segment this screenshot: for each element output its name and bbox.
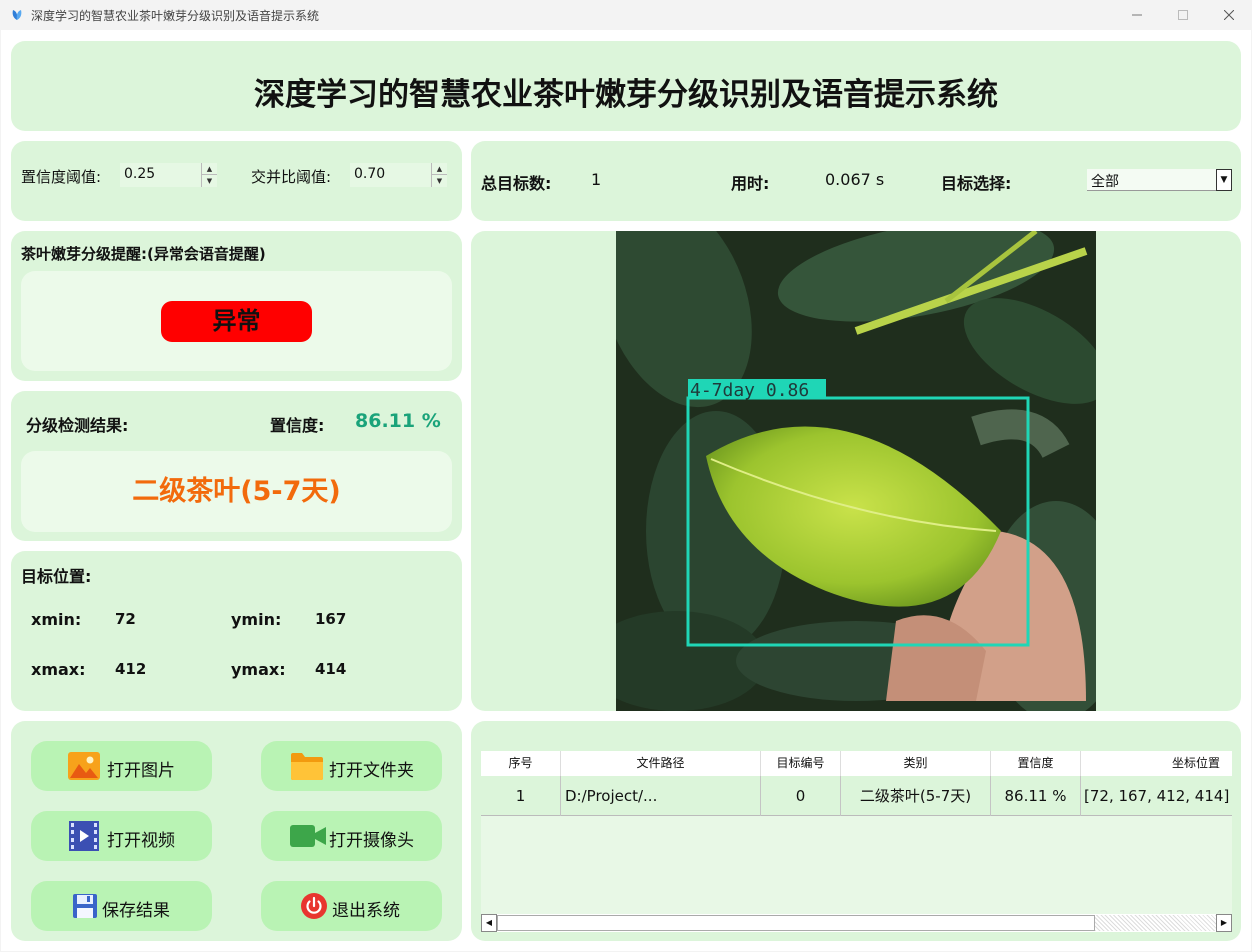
iou-threshold-value: 0.70 [354, 166, 386, 182]
save-result-label: 保存结果 [102, 901, 170, 921]
image-icon [68, 752, 100, 780]
spin-arrows: ▲ ▼ [201, 163, 217, 187]
ymax-value: 414 [315, 660, 347, 678]
ymin-value: 167 [315, 610, 347, 628]
alert-title: 茶叶嫩芽分级提醒:(异常会语音提醒) [21, 245, 266, 263]
table-header: 序号 文件路径 目标编号 类别 置信度 坐标位置 [481, 751, 1232, 776]
ymax-label: ymax: [231, 660, 286, 679]
column-header[interactable]: 类别 [841, 751, 991, 776]
grade-result: 二级茶叶(5-7天) [132, 476, 341, 507]
cell-index: 1 [481, 776, 561, 816]
maximize-icon [1178, 10, 1188, 20]
column-header[interactable]: 目标编号 [761, 751, 841, 776]
detection-box-label: 4-7day 0.86 [690, 380, 809, 401]
column-header[interactable]: 文件路径 [561, 751, 761, 776]
spin-up-icon[interactable]: ▲ [432, 163, 447, 175]
results-table: 序号 文件路径 目标编号 类别 置信度 坐标位置 1 D:/Project/..… [481, 751, 1232, 931]
xmin-label: xmin: [31, 610, 82, 629]
total-targets-value: 1 [591, 170, 602, 189]
folder-icon [291, 753, 323, 780]
minimize-button[interactable] [1114, 0, 1160, 30]
column-header[interactable]: 坐标位置 [1081, 751, 1232, 776]
confidence-value: 86.11 % [355, 410, 441, 432]
power-icon [301, 893, 327, 919]
cell-coordinates: [72, 167, 412, 414] [1084, 787, 1230, 805]
iou-threshold-label: 交并比阈值: [251, 168, 332, 186]
save-icon [73, 894, 97, 918]
xmin-value: 72 [115, 610, 136, 628]
target-select-value: 全部 [1091, 174, 1119, 190]
spin-arrows: ▲ ▼ [431, 163, 447, 187]
cell-confidence: 86.11 % [991, 776, 1081, 816]
result-label: 分级检测结果: [26, 416, 129, 435]
spin-up-icon[interactable]: ▲ [202, 163, 217, 175]
table-row[interactable]: 1 D:/Project/... 0 二级茶叶(5-7天) 86.11 % [7… [481, 776, 1232, 816]
app-leaf-icon [12, 10, 22, 20]
column-header[interactable]: 序号 [481, 751, 561, 776]
chevron-down-icon[interactable]: ▼ [1216, 169, 1232, 191]
open-camera-button[interactable]: 打开摄像头 [261, 811, 442, 861]
ymin-label: ymin: [231, 610, 282, 629]
open-folder-button[interactable]: 打开文件夹 [261, 741, 442, 791]
scroll-left-icon[interactable]: ◀ [481, 914, 497, 932]
scrollbar-track[interactable] [1095, 915, 1216, 931]
alert-status-badge: 异常 [161, 301, 312, 342]
title-bar: 深度学习的智慧农业茶叶嫩芽分级识别及语音提示系统 [0, 0, 1252, 30]
spin-down-icon[interactable]: ▼ [202, 175, 217, 187]
target-select-label: 目标选择: [941, 174, 1012, 193]
close-button[interactable] [1206, 0, 1252, 30]
spin-down-icon[interactable]: ▼ [432, 175, 447, 187]
conf-threshold-label: 置信度阈值: [21, 168, 102, 186]
open-video-button[interactable]: 打开视频 [31, 811, 212, 861]
minimize-icon [1132, 14, 1142, 16]
header-banner: 深度学习的智慧农业茶叶嫩芽分级识别及语音提示系统 [11, 41, 1241, 131]
cell-file-path: D:/Project/... [561, 776, 761, 816]
xmax-value: 412 [115, 660, 147, 678]
page-title: 深度学习的智慧农业茶叶嫩芽分级识别及语音提示系统 [254, 77, 998, 113]
tea-leaf-photo: 4-7day 0.86 [616, 231, 1096, 711]
cell-class: 二级茶叶(5-7天) [841, 776, 991, 816]
open-image-label: 打开图片 [107, 761, 175, 781]
save-result-button[interactable]: 保存结果 [31, 881, 212, 931]
cell-target-id: 0 [761, 776, 841, 816]
column-header[interactable]: 置信度 [991, 751, 1081, 776]
camera-icon [290, 825, 326, 847]
horizontal-scrollbar[interactable]: ◀ ▶ [481, 914, 1232, 932]
position-title: 目标位置: [21, 567, 92, 586]
exit-label: 退出系统 [332, 901, 400, 921]
iou-threshold-spinbox[interactable]: 0.70 ▲ ▼ [350, 163, 447, 187]
conf-threshold-value: 0.25 [124, 166, 156, 182]
exit-button[interactable]: 退出系统 [261, 881, 442, 931]
scrollbar-thumb[interactable] [497, 915, 1095, 931]
video-icon [69, 821, 99, 851]
conf-threshold-spinbox[interactable]: 0.25 ▲ ▼ [120, 163, 217, 187]
open-video-label: 打开视频 [107, 831, 175, 851]
confidence-label: 置信度: [270, 416, 325, 435]
open-image-button[interactable]: 打开图片 [31, 741, 212, 791]
target-select-dropdown[interactable]: 全部 ▼ [1087, 169, 1232, 191]
window-title: 深度学习的智慧农业茶叶嫩芽分级识别及语音提示系统 [31, 9, 320, 23]
total-targets-label: 总目标数: [481, 174, 552, 193]
xmax-label: xmax: [31, 660, 86, 679]
time-value: 0.067 s [825, 170, 885, 189]
scroll-right-icon[interactable]: ▶ [1216, 914, 1232, 932]
time-label: 用时: [731, 174, 770, 193]
close-icon [1224, 10, 1234, 20]
detection-image: 4-7day 0.86 [616, 231, 1096, 711]
maximize-button[interactable] [1160, 0, 1206, 30]
open-camera-label: 打开摄像头 [329, 831, 414, 851]
open-folder-label: 打开文件夹 [329, 761, 414, 781]
